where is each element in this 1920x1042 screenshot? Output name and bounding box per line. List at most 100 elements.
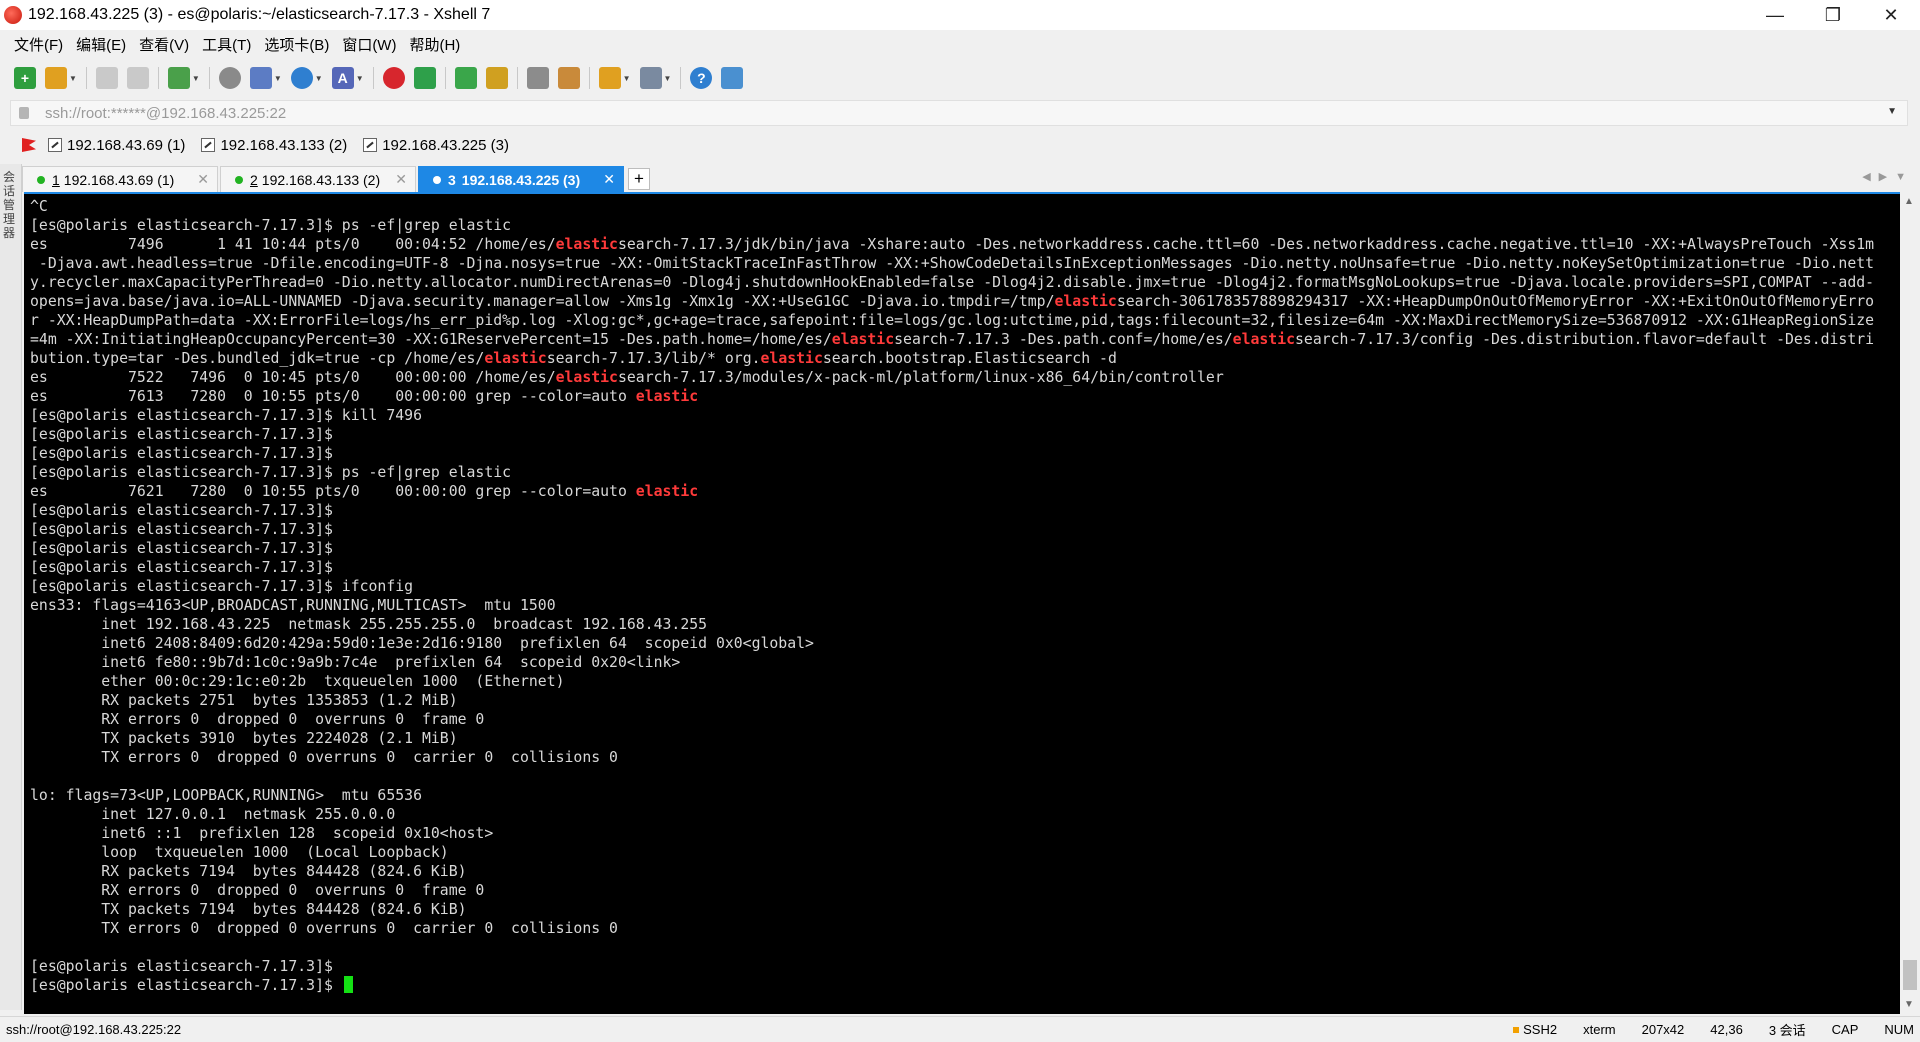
tab-session-2[interactable]: 2 192.168.43.133 (2) ✕ [220, 166, 416, 192]
terminal-line: lo: flags=73<UP,LOOPBACK,RUNNING> mtu 65… [30, 787, 422, 804]
find-icon[interactable] [218, 67, 241, 89]
close-button[interactable]: ✕ [1862, 0, 1920, 30]
terminal-line: [es@polaris elasticsearch-7.17.3]$ ps -e… [30, 217, 512, 234]
toolbar-divider [588, 67, 590, 89]
toolbar-divider [157, 67, 159, 89]
status-sessions: 3 会话 [1768, 1023, 1806, 1038]
shortcut-icon [201, 138, 216, 152]
session-link-1[interactable]: 192.168.43.69 (1) [48, 137, 185, 154]
xmanager-icon[interactable] [413, 67, 436, 89]
menu-tools[interactable]: 工具(T) [202, 34, 251, 55]
disconnect-icon[interactable] [95, 67, 118, 89]
properties-dropdown-icon[interactable]: ▼ [192, 74, 200, 83]
open-folder-icon[interactable] [45, 67, 67, 89]
minimize-button[interactable]: — [1746, 0, 1804, 30]
globe-icon[interactable] [290, 67, 313, 89]
session-link-2[interactable]: 192.168.43.133 (2) [201, 137, 347, 154]
grep-match: elastic [555, 369, 618, 386]
tab-scroll-icon[interactable]: ◀▶▼ [1862, 170, 1914, 183]
terminal-line: [es@polaris elasticsearch-7.17.3]$ [30, 976, 1900, 995]
status-caps: CAP [1831, 1022, 1859, 1037]
tab-session-1[interactable]: 1 192.168.43.69 (1) ✕ [22, 166, 218, 192]
transfer-icon[interactable] [249, 67, 272, 89]
font-dropdown-icon[interactable]: ▼ [356, 74, 364, 83]
session-link-label: 192.168.43.225 (3) [382, 136, 509, 154]
terminal-line: inet6 fe80::9b7d:1c0c:9a9b:7c4e prefixle… [30, 654, 681, 671]
xshell-window: 192.168.43.225 (3) - es@polaris:~/elasti… [0, 0, 1920, 1041]
keyboard-icon[interactable] [526, 67, 549, 89]
status-num: NUM [1884, 1022, 1914, 1037]
terminal-line: RX packets 7194 bytes 844428 (824.6 KiB) [30, 863, 467, 880]
status-dot-icon [37, 175, 45, 184]
terminal-line: [es@polaris elasticsearch-7.17.3]$ [30, 958, 333, 975]
menu-edit[interactable]: 编辑(E) [76, 34, 126, 55]
grep-match: elastic [635, 483, 699, 500]
menu-tabs[interactable]: 选项卡(B) [264, 34, 329, 55]
script-icon[interactable] [557, 67, 580, 89]
terminal-line: es 7522 7496 0 10:45 pts/0 00:00:00 /hom… [30, 369, 1224, 386]
compose-dropdown-icon[interactable]: ▼ [623, 74, 631, 83]
status-protocol: SSH2 [1513, 1022, 1557, 1037]
status-term: xterm [1583, 1022, 1616, 1037]
session-manager-strip[interactable]: 会话管理器 [0, 164, 22, 1010]
tab-close-icon[interactable]: ✕ [395, 171, 407, 188]
toolbar-divider [372, 67, 374, 89]
scroll-thumb[interactable] [1903, 960, 1917, 990]
menu-window[interactable]: 窗口(W) [342, 34, 396, 55]
restore-button[interactable]: ❐ [1804, 0, 1862, 30]
xshell-logo-icon [4, 6, 22, 24]
terminal-line: [es@polaris elasticsearch-7.17.3]$ kill … [30, 407, 422, 424]
address-bar[interactable]: ssh://root:******@192.168.43.225:22 ▼ [10, 100, 1908, 126]
terminal-line: [es@polaris elasticsearch-7.17.3]$ [30, 445, 333, 462]
address-dropdown-icon[interactable]: ▼ [1887, 106, 1897, 117]
new-session-icon[interactable]: + [14, 67, 36, 89]
tab-label: 192.168.43.225 (3) [461, 171, 581, 188]
status-right-group: SSH2 xterm 207x42 42,36 3 会话 CAP NUM [1487, 1017, 1914, 1042]
terminal-line: [es@polaris elasticsearch-7.17.3]$ [30, 426, 333, 443]
tab-close-icon[interactable]: ✕ [197, 171, 209, 188]
terminal-line: bution.type=tar -Des.bundled_jdk=true -c… [30, 350, 1117, 367]
layout-dropdown-icon[interactable]: ▼ [664, 74, 672, 83]
session-link-3[interactable]: 192.168.43.225 (3) [363, 137, 509, 154]
add-tab-button[interactable]: + [628, 168, 650, 190]
menu-file[interactable]: 文件(F) [14, 34, 63, 55]
globe-dropdown-icon[interactable]: ▼ [315, 74, 323, 83]
session-links-bar: 192.168.43.69 (1) 192.168.43.133 (2) 192… [0, 132, 1920, 158]
terminal-line: RX errors 0 dropped 0 overruns 0 frame 0 [30, 711, 485, 728]
scroll-up-icon[interactable]: ▲ [1904, 196, 1914, 207]
terminal-line: TX packets 3910 bytes 2224028 (2.1 MiB) [30, 730, 458, 747]
tab-session-3[interactable]: 3 192.168.43.225 (3) ✕ [418, 166, 624, 192]
toolbar: + ▼ ▼ ▼ ▼ A ▼ ▼ ▼ ? [0, 60, 1920, 96]
compose-icon[interactable] [598, 67, 621, 89]
properties-icon[interactable] [167, 67, 190, 89]
tab-close-icon[interactable]: ✕ [603, 171, 615, 188]
fullscreen-icon[interactable] [454, 67, 477, 89]
status-dot-icon [433, 175, 441, 184]
terminal-line: RX errors 0 dropped 0 overruns 0 frame 0 [30, 882, 485, 899]
terminal-scrollbar[interactable]: ▲ ▼ [1900, 192, 1920, 1014]
flag-icon[interactable] [22, 138, 36, 152]
grep-match: elastic [484, 350, 547, 367]
transfer-dropdown-icon[interactable]: ▼ [274, 74, 282, 83]
toolbar-divider [516, 67, 518, 89]
terminal-output[interactable]: ^C [es@polaris elasticsearch-7.17.3]$ ps … [24, 192, 1900, 1014]
menu-view[interactable]: 查看(V) [139, 34, 189, 55]
lock-icon[interactable] [485, 67, 508, 89]
toolbar-divider [680, 67, 682, 89]
menu-help[interactable]: 帮助(H) [409, 34, 460, 55]
grep-match: elastic [635, 388, 699, 405]
terminal-line: =4m -XX:InitiatingHeapOccupancyPercent=3… [30, 331, 1875, 348]
chat-icon[interactable] [721, 67, 744, 89]
terminal-line: es 7496 1 41 10:44 pts/0 00:04:52 /home/… [30, 236, 1875, 253]
reconnect-icon[interactable] [126, 67, 149, 89]
terminal-line: inet 127.0.0.1 netmask 255.0.0.0 [30, 806, 396, 823]
font-icon[interactable]: A [331, 67, 354, 89]
layout-icon[interactable] [639, 67, 662, 89]
help-icon[interactable]: ? [690, 67, 713, 89]
address-input[interactable]: ssh://root:******@192.168.43.225:22 [45, 105, 286, 122]
toolbar-divider [208, 67, 210, 89]
status-connection: ssh://root@192.168.43.225:22 [6, 1021, 182, 1037]
scroll-down-icon[interactable]: ▼ [1904, 999, 1914, 1010]
open-dropdown-icon[interactable]: ▼ [69, 74, 77, 83]
xftp-icon[interactable] [382, 67, 405, 89]
